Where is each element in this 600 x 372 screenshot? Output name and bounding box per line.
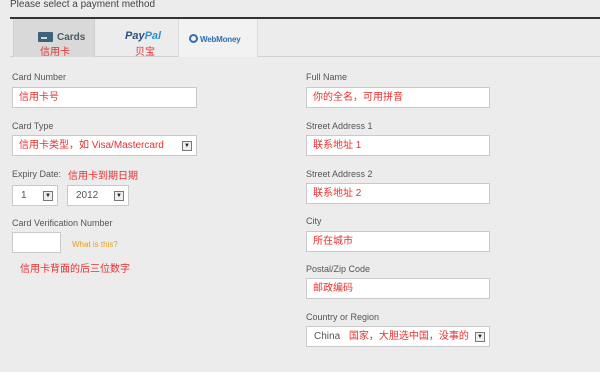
cvn-note: 信用卡背面的后三位数字 xyxy=(20,264,130,275)
expiry-label: Expiry Date: xyxy=(12,169,62,179)
tab-cards[interactable]: Cards 信用卡 xyxy=(13,19,95,58)
card-type-label: Card Type xyxy=(12,121,54,131)
tab-paypal[interactable]: PayPal 贝宝 xyxy=(105,19,177,58)
credit-card-icon xyxy=(38,32,53,42)
expiry-month-select[interactable]: 1 ▼ xyxy=(12,185,58,206)
country-note: 国家，大胆选中国，没事的 xyxy=(348,331,469,342)
expiry-year-select[interactable]: 2012 ▼ xyxy=(67,185,129,206)
full-name-label: Full Name xyxy=(306,72,348,82)
country-value: China xyxy=(314,331,341,342)
tab-webmoney-label: WebMoney xyxy=(200,35,241,44)
chevron-down-icon: ▼ xyxy=(475,332,485,342)
city-input[interactable]: 所在城市 xyxy=(306,231,490,252)
chevron-down-icon: ▼ xyxy=(114,191,124,201)
cvn-help-link[interactable]: What is this? xyxy=(72,240,118,249)
paypal-logo-pay: Pay xyxy=(125,30,145,42)
tab-paypal-note: 贝宝 xyxy=(135,47,155,58)
expiry-year-value: 2012 xyxy=(76,190,99,201)
page-title: Please select a payment method xyxy=(10,0,156,10)
cvn-input[interactable] xyxy=(12,232,61,253)
city-label: City xyxy=(306,216,322,226)
card-type-select[interactable]: 信用卡类型，如 Visa/Mastercard ▼ xyxy=(12,135,197,156)
paypal-logo-pal: Pal xyxy=(144,30,162,42)
card-number-input[interactable]: 信用卡号 xyxy=(12,87,197,108)
paypal-logo: PayPal xyxy=(125,30,161,42)
street2-label: Street Address 2 xyxy=(306,169,373,179)
country-label: Country or Region xyxy=(306,312,380,322)
webmoney-icon xyxy=(189,34,198,43)
postal-label: Postal/Zip Code xyxy=(306,264,371,274)
expiry-note: 信用卡到期日期 xyxy=(68,171,138,182)
tab-cards-label: Cards xyxy=(57,32,86,43)
payment-tabs: Cards 信用卡 PayPal 贝宝 WebMoney xyxy=(10,19,600,58)
chevron-down-icon: ▼ xyxy=(43,191,53,201)
postal-input[interactable]: 邮政编码 xyxy=(306,278,490,299)
expiry-month-value: 1 xyxy=(21,190,27,201)
street1-label: Street Address 1 xyxy=(306,121,373,131)
card-number-label: Card Number xyxy=(12,72,67,82)
street2-input[interactable]: 联系地址 2 xyxy=(306,183,490,204)
cvn-label: Card Verification Number xyxy=(12,218,113,228)
chevron-down-icon: ▼ xyxy=(182,141,192,151)
street1-input[interactable]: 联系地址 1 xyxy=(306,135,490,156)
full-name-input[interactable]: 你的全名，可用拼音 xyxy=(306,87,490,108)
card-type-value: 信用卡类型，如 Visa/Mastercard xyxy=(19,140,164,151)
tab-webmoney[interactable]: WebMoney xyxy=(178,19,258,57)
country-select[interactable]: China 国家，大胆选中国，没事的 ▼ xyxy=(306,326,490,347)
tab-cards-note: 信用卡 xyxy=(40,47,70,58)
